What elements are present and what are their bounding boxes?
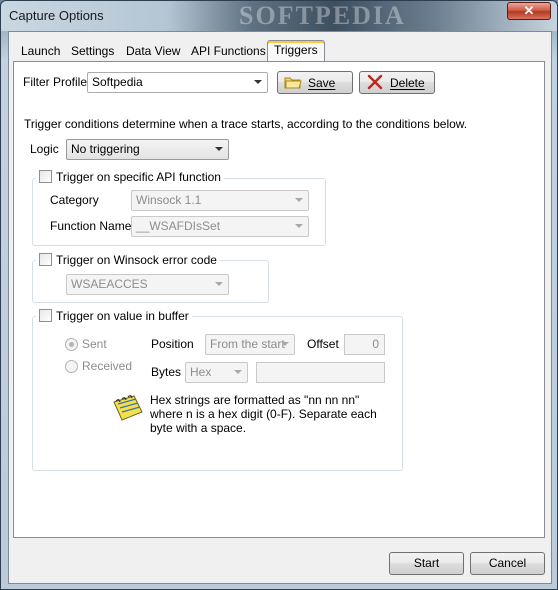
chevron-down-icon: [281, 342, 289, 346]
buffer-trigger-checkbox[interactable]: Trigger on value in buffer: [36, 309, 192, 325]
save-label: Save: [308, 76, 336, 90]
tab-launch[interactable]: Launch: [15, 42, 66, 61]
chevron-down-icon: [234, 370, 242, 374]
close-button[interactable]: ✕: [507, 2, 551, 20]
position-select[interactable]: From the start: [205, 334, 295, 355]
sent-label: Sent: [82, 337, 107, 351]
received-label: Received: [82, 359, 133, 373]
bytes-format-value: Hex: [190, 365, 212, 379]
logic-value: No triggering: [71, 142, 140, 156]
offset-field[interactable]: 0: [344, 334, 385, 355]
position-label: Position: [151, 337, 194, 351]
chevron-down-icon: [254, 80, 262, 84]
dialog-client-area: Launch Settings Data View API Functions …: [8, 31, 552, 584]
filter-profile-value: Softpedia: [92, 75, 143, 89]
red-x-icon: [367, 74, 383, 90]
winsock-error-select[interactable]: WSAEACCES: [66, 274, 229, 295]
tab-triggers[interactable]: Triggers: [267, 40, 325, 62]
softpedia-watermark: SOFTPEDIA: [239, 1, 406, 30]
start-button[interactable]: Start: [389, 552, 464, 575]
position-value: From the start: [210, 337, 285, 351]
delete-label: Delete: [390, 76, 425, 90]
title-bar[interactable]: Capture Options SOFTPEDIA ✕: [1, 1, 557, 31]
tab-api-functions[interactable]: API Functions: [185, 42, 272, 61]
checkbox-box: [39, 170, 52, 183]
winsock-error-value: WSAEACCES: [71, 277, 148, 291]
checkbox-box: [39, 309, 52, 322]
tab-data-view[interactable]: Data View: [120, 42, 186, 61]
chevron-down-icon: [215, 282, 223, 286]
delete-button[interactable]: Delete: [359, 71, 435, 94]
filter-profile-label: Filter Profile: [23, 75, 88, 89]
description-text: Trigger conditions determine when a trac…: [24, 117, 468, 131]
offset-label: Offset: [307, 337, 339, 351]
bytes-format-select[interactable]: Hex: [185, 362, 248, 383]
api-trigger-label: Trigger on specific API function: [56, 170, 221, 184]
save-button[interactable]: Save: [277, 71, 353, 94]
hex-hint-text: Hex strings are formatted as "nn nn nn" …: [150, 393, 377, 435]
folder-save-icon: [284, 77, 302, 89]
notepad-hint-icon: [113, 395, 143, 421]
chevron-down-icon: [295, 198, 303, 202]
chevron-down-icon: [215, 147, 223, 151]
chevron-down-icon: [295, 224, 303, 228]
bytes-value-field[interactable]: [256, 362, 385, 383]
logic-label: Logic: [30, 142, 59, 156]
tab-settings[interactable]: Settings: [65, 42, 120, 61]
function-name-value: __WSAFDIsSet: [136, 219, 221, 233]
winsock-trigger-checkbox[interactable]: Trigger on Winsock error code: [36, 253, 220, 269]
sent-radio[interactable]: [65, 338, 78, 351]
category-select[interactable]: Winsock 1.1: [131, 190, 309, 211]
checkbox-box: [39, 253, 52, 266]
bytes-label: Bytes: [151, 365, 182, 379]
filter-profile-select[interactable]: Softpedia: [87, 72, 268, 93]
logic-select[interactable]: No triggering: [66, 139, 229, 160]
category-label: Category: [50, 193, 99, 207]
winsock-trigger-label: Trigger on Winsock error code: [56, 253, 217, 267]
window-title: Capture Options: [9, 8, 104, 23]
function-name-select[interactable]: __WSAFDIsSet: [131, 216, 309, 237]
capture-options-window: Capture Options SOFTPEDIA ✕ Launch Setti…: [0, 0, 558, 590]
cancel-button[interactable]: Cancel: [470, 552, 545, 575]
category-value: Winsock 1.1: [136, 193, 202, 207]
api-trigger-checkbox[interactable]: Trigger on specific API function: [36, 170, 224, 186]
triggers-panel: Filter Profile Softpedia Save Delete Tri…: [13, 61, 545, 538]
dialog-footer: Start Cancel: [9, 545, 551, 583]
received-radio[interactable]: [65, 360, 78, 373]
function-name-label: Function Name: [50, 219, 132, 233]
buffer-trigger-label: Trigger on value in buffer: [56, 309, 189, 323]
